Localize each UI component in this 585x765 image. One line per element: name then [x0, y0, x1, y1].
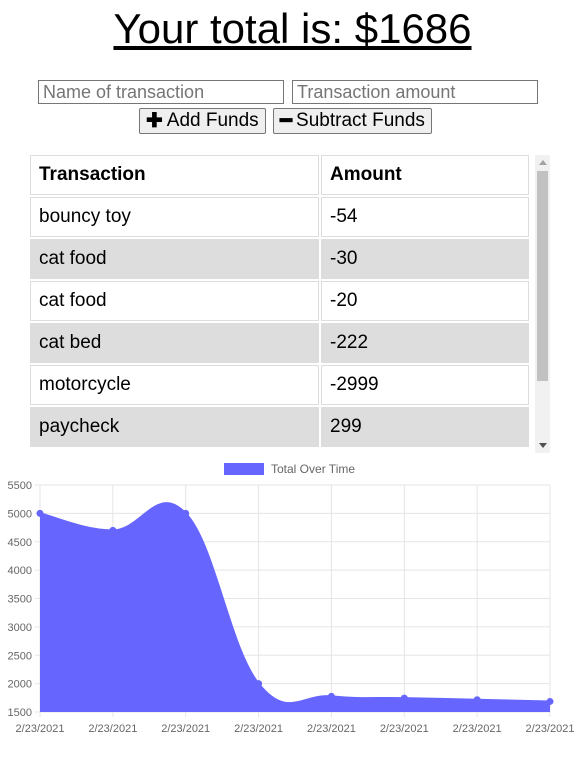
transaction-name-cell: motorcycle [30, 365, 319, 405]
y-tick-label: 4500 [8, 537, 32, 549]
data-point [255, 680, 263, 688]
table-row: bouncy toy -54 [30, 197, 529, 237]
transaction-name-input[interactable] [38, 80, 284, 104]
minus-icon: ━ [280, 110, 293, 132]
y-tick-label: 1500 [8, 707, 32, 719]
series-area-total-over-time [40, 503, 550, 712]
transaction-name-cell: cat bed [30, 323, 319, 363]
data-point [36, 509, 44, 517]
y-tick-label: 4000 [8, 565, 32, 577]
legend-swatch [224, 463, 264, 475]
table-row: cat bed -222 [30, 323, 529, 363]
scroll-down-arrow-icon[interactable] [539, 443, 547, 448]
transaction-name-cell: paycheck [30, 407, 319, 447]
x-tick-label: 2/23/2021 [307, 723, 356, 735]
total-heading: Your total is: $1686 [113, 5, 472, 52]
scrollbar-thumb[interactable] [537, 171, 548, 381]
data-point [400, 694, 408, 702]
scroll-up-arrow-icon[interactable] [539, 160, 547, 165]
transaction-name-cell: cat food [30, 239, 319, 279]
y-tick-label: 3000 [8, 622, 32, 634]
transaction-amount-cell: -20 [321, 281, 529, 321]
transactions-table-container[interactable]: Transaction Amount bouncy toy -54 cat food… [30, 155, 550, 453]
x-tick-label: 2/23/2021 [88, 723, 137, 735]
y-tick-label: 2000 [8, 679, 32, 691]
data-point [327, 692, 335, 700]
data-point [109, 526, 117, 534]
x-tick-label: 2/23/2021 [234, 723, 283, 735]
add-funds-button[interactable]: ✚ Add Funds [139, 108, 266, 134]
table-row: paycheck 299 [30, 407, 529, 447]
transaction-amount-cell: -30 [321, 239, 529, 279]
x-tick-label: 2/23/2021 [526, 723, 575, 735]
transaction-amount-cell: 299 [321, 407, 529, 447]
table-row: cat food -30 [30, 239, 529, 279]
transactions-table: Transaction Amount bouncy toy -54 cat food… [30, 155, 531, 449]
data-point [546, 697, 554, 705]
y-tick-label: 2500 [8, 650, 32, 662]
transaction-amount-cell: -2999 [321, 365, 529, 405]
transaction-amount-input[interactable] [292, 80, 538, 104]
table-scrollbar[interactable] [535, 155, 550, 453]
header-amount: Amount [321, 155, 529, 195]
transaction-amount-cell: -54 [321, 197, 529, 237]
header-transaction: Transaction [30, 155, 319, 195]
y-tick-label: 5500 [8, 480, 32, 492]
y-tick-label: 3500 [8, 594, 32, 606]
table-header-row: Transaction Amount [30, 155, 529, 195]
subtract-funds-button[interactable]: ━ Subtract Funds [273, 108, 432, 134]
transaction-name-cell: cat food [30, 281, 319, 321]
table-row: motorcycle -2999 [30, 365, 529, 405]
x-tick-label: 2/23/2021 [161, 723, 210, 735]
total-over-time-chart: 5500 5000 4500 4000 3500 3000 2500 2000 1500 2/23… [8, 462, 575, 735]
transaction-name-cell: bouncy toy [30, 197, 319, 237]
legend-label: Total Over Time [271, 462, 355, 476]
data-point [473, 696, 481, 704]
y-tick-label: 5000 [8, 508, 32, 520]
x-tick-label: 2/23/2021 [16, 723, 65, 735]
plus-icon: ✚ [146, 110, 163, 132]
data-point [182, 509, 190, 517]
table-row: cat food -20 [30, 281, 529, 321]
x-tick-label: 2/23/2021 [453, 723, 502, 735]
x-tick-label: 2/23/2021 [380, 723, 429, 735]
transaction-amount-cell: -222 [321, 323, 529, 363]
